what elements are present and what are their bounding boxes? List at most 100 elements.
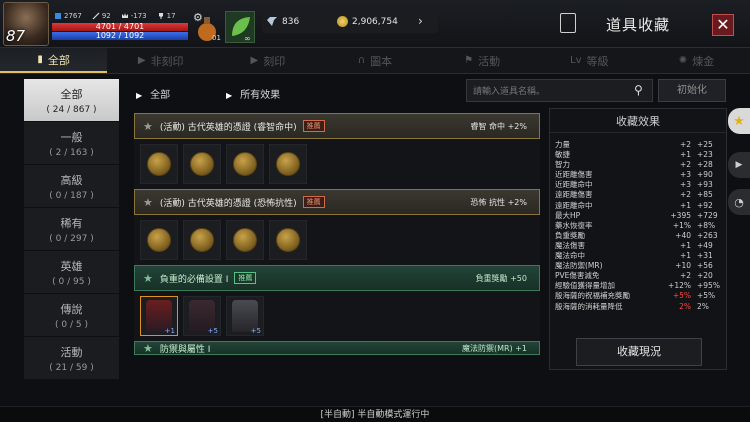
character-level: 87 [6,27,26,45]
effect-row: 力量 +2 +25 [555,140,725,150]
sword-stat: 92 [92,12,111,20]
effect-total: +49 [697,240,713,250]
sidebar-item-event[interactable]: 活動( 21 / 59 ) [24,337,119,380]
effect-total: +5% [697,291,716,301]
effect-total: +263 [697,230,718,240]
crown-stat: -173 [121,12,147,20]
category-tabs: ▮ 全部 ▶ 非刻印 ▶ 刻印 ∩ 圖本 ⚑ 活動 Lv 等級 ✺ 煉金 [0,48,750,74]
medal-icon [233,152,257,176]
collection-status-button[interactable]: 收藏現況 [576,338,702,366]
item-slot[interactable]: +5 [226,296,264,336]
item-slot[interactable] [269,220,307,260]
page-title: 道具收藏 [606,16,671,34]
item-slot[interactable]: +5 [183,296,221,336]
collection-header[interactable]: ★ 負重的必備設置 I 推薦 負重獎勵 +50 [134,265,540,291]
potion-count: 01 [212,34,221,42]
effect-row: 魔法防禦(MR) +10 +56 [555,261,725,271]
item-slot[interactable] [226,220,264,260]
favorite-star-icon[interactable]: ★ [143,196,153,209]
effect-total: +25 [697,140,713,149]
tab-event[interactable]: ⚑ 活動 [429,48,536,73]
tab-engraved[interactable]: ▶ 刻印 [214,48,321,73]
sidebar-item-normal[interactable]: 一般( 2 / 163 ) [24,122,119,165]
favorite-filter-button[interactable]: ★ [728,108,750,134]
collection-header[interactable]: ★ 防禦與屬性 I 魔法防禦(MR) +1 [134,341,540,355]
item-slot[interactable] [140,220,178,260]
tab-codex[interactable]: ∩ 圖本 [321,48,428,73]
effect-value: +5% [672,291,691,301]
tab-all[interactable]: ▮ 全部 [0,48,108,73]
effect-name: 藥水恢復率 [555,220,593,230]
collection-effect: 睿智 命中 +2% [470,121,527,131]
search-input[interactable] [466,79,653,102]
diamond-icon [267,17,277,26]
item-slot[interactable]: +1 [140,296,178,336]
effect-filter[interactable]: ▶ 所有效果 [226,86,280,101]
magnet-icon: ∩ [357,55,366,66]
auto-mode-status: [半自動] 半自動模式運行中 [0,406,750,422]
effect-total: +23 [697,150,713,160]
crown-icon [121,13,128,18]
effect-row: 藥水恢復率 +1% +8% [555,221,725,231]
favorite-star-icon[interactable]: ★ [143,342,153,354]
sidebar-item-all[interactable]: 全部( 24 / 867 ) [24,79,119,122]
medal-icon [276,152,300,176]
effect-row: 智力 +2 +28 [555,160,725,170]
item-slot[interactable] [183,220,221,260]
search-icon[interactable]: ⚲ [634,83,643,97]
medal-icon [147,152,171,176]
effect-row: 魔法傷害 +1 +49 [555,241,725,251]
collection-header[interactable]: ★ (活動) 古代英雄的憑證 (恐怖抗性) 推薦 恐怖 抗性 +2% [134,189,540,215]
effect-name: 近距離傷害 [555,170,593,180]
mp-bar: 1092 / 1092 [52,32,188,40]
effect-name: 負重獎勵 [555,230,585,240]
flag-icon: ⚑ [464,55,474,66]
effect-row: 殷海薩的祝福補充獎勵 +5% +5% [555,291,725,301]
effect-value: +40 [675,230,691,240]
effect-row: 敏捷 +1 +23 [555,150,725,160]
misc-button[interactable]: ◔ [728,189,750,215]
sidebar-item-advanced[interactable]: 高級( 0 / 187 ) [24,165,119,208]
recommend-badge: 推薦 [234,272,257,284]
effect-value: +1 [679,200,691,210]
item-slot[interactable] [226,144,264,184]
effect-value: +395 [670,210,691,220]
recommend-badge: 推薦 [302,196,325,208]
tab-level[interactable]: Lv 等級 [536,48,643,73]
play-button[interactable]: ▶ [728,152,750,178]
item-slot[interactable] [183,144,221,184]
power-icon [55,13,61,19]
hp-bar: 4701 / 4701 [52,23,188,31]
sidebar-item-legend[interactable]: 傳說( 0 / 5 ) [24,294,119,337]
effect-name: 遠距離傷害 [555,190,593,200]
effect-value: +3 [679,180,691,190]
infinite-label: ∞ [244,34,251,43]
sword-icon [92,12,100,20]
effect-total: +56 [697,261,713,271]
close-button[interactable]: ✕ [712,14,734,36]
category-filter[interactable]: ▶ 全部 [136,86,170,101]
favorite-star-icon[interactable]: ★ [143,272,153,285]
trophy-icon [158,13,163,19]
effect-name: 殷海薩的祝福補充獎勵 [555,291,630,301]
tab-alchemy[interactable]: ✺ 煉金 [643,48,750,73]
effect-total: 2% [697,301,709,311]
favorite-star-icon[interactable]: ★ [143,120,153,133]
sidebar-item-rare[interactable]: 稀有( 0 / 297 ) [24,208,119,251]
effect-name: 殷海薩的消耗量降低 [555,301,623,311]
star-icon: ★ [733,113,745,129]
collection-header[interactable]: ★ (活動) 古代英雄的憑證 (睿智命中) 推薦 睿智 命中 +2% [134,113,540,139]
collection-effects-panel: 收藏效果 力量 +2 +25 敏捷 +1 +23 智力 +2 +28 近距離傷害 +3 +90 近距離命… [549,108,727,370]
effect-value: +2 [679,160,691,170]
effect-total: +729 [697,210,718,220]
effect-name: 魔法傷害 [555,240,585,250]
currency-expand-icon[interactable]: › [418,14,423,28]
reset-button[interactable]: 初始化 [658,79,726,102]
sidebar-item-hero[interactable]: 英雄( 0 / 95 ) [24,251,119,294]
tab-non-engraved[interactable]: ▶ 非刻印 [107,48,214,73]
gold-count: 2,906,754 [352,17,398,27]
item-slot[interactable] [269,144,307,184]
effect-value: +1 [679,150,691,160]
effect-value: +12% [668,281,691,291]
item-slot[interactable] [140,144,178,184]
